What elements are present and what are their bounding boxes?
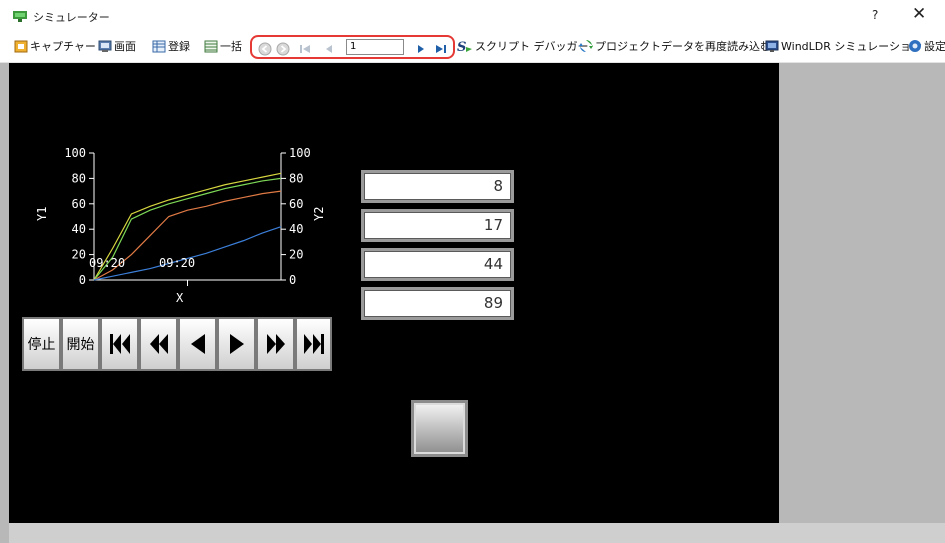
reload-project-label: プロジェクトデータを再度読み込む xyxy=(595,40,771,53)
table-icon xyxy=(152,40,166,53)
x-tick-label: 09:20 xyxy=(89,256,125,270)
series-line xyxy=(93,226,282,281)
forward-circle-icon[interactable] xyxy=(276,42,290,56)
numeric-display: 89 xyxy=(361,287,514,320)
hmi-screen: 0 0 20 20 40 40 60 60 80 80 100 100 X Y1 Y2 09:20 0… xyxy=(9,63,779,523)
y1-tick-label: 40 xyxy=(72,222,86,236)
svg-text:S: S xyxy=(457,40,466,53)
start-button[interactable]: 開始 xyxy=(61,317,100,371)
close-button[interactable]: ✕ xyxy=(912,4,926,24)
y2-tick-label: 0 xyxy=(289,273,296,287)
toolbar: キャプチャー 画面 登録 一括 S スクリプト デバッガー プロジェクトデータを再… xyxy=(0,32,945,63)
screen-button[interactable]: 画面 xyxy=(98,39,136,55)
help-button[interactable]: ? xyxy=(872,8,878,22)
script-icon: S xyxy=(457,40,472,53)
screen-label: 画面 xyxy=(114,40,136,53)
y1-tick-label: 20 xyxy=(72,248,86,262)
grid-icon xyxy=(204,40,218,53)
stop-button[interactable]: 停止 xyxy=(22,317,61,371)
settings-button[interactable]: 設定 xyxy=(908,39,945,55)
reload-icon xyxy=(579,40,593,52)
numeric-display: 44 xyxy=(361,248,514,281)
rewind-button[interactable] xyxy=(139,317,178,371)
y1-axis-label: Y1 xyxy=(35,207,49,221)
fast-forward-icon xyxy=(266,334,285,354)
status-strip xyxy=(9,523,945,543)
line-chart: 0 0 20 20 40 40 60 60 80 80 100 100 X Y1 Y2 09:20 0… xyxy=(35,146,326,303)
skip-last-button[interactable] xyxy=(295,317,332,371)
x-axis-label: X xyxy=(176,291,184,303)
numeric-display: 8 xyxy=(361,170,514,203)
workspace: 0 0 20 20 40 40 60 60 80 80 100 100 X Y1 Y2 09:20 0… xyxy=(0,63,945,543)
y2-tick-label: 20 xyxy=(289,248,303,262)
y2-tick-label: 100 xyxy=(289,146,311,160)
screen-icon xyxy=(98,40,112,52)
script-debugger-label: スクリプト デバッガー xyxy=(475,40,589,53)
y1-tick-label: 0 xyxy=(79,273,86,287)
step-back-button[interactable] xyxy=(178,317,217,371)
y2-tick-label: 40 xyxy=(289,222,303,236)
reload-project-button[interactable]: プロジェクトデータを再度読み込む xyxy=(579,39,771,55)
windldr-simulation-button[interactable]: WindLDR シミュレーション xyxy=(765,39,922,55)
batch-button[interactable]: 一括 xyxy=(204,39,242,55)
capture-icon xyxy=(14,40,28,53)
y1-tick-label: 100 xyxy=(64,146,86,160)
first-page-icon[interactable] xyxy=(298,42,312,56)
back-circle-icon[interactable] xyxy=(258,42,272,56)
register-label: 登録 xyxy=(168,40,190,53)
register-button[interactable]: 登録 xyxy=(152,39,190,55)
page-number-input[interactable] xyxy=(346,39,404,55)
step-forward-button[interactable] xyxy=(217,317,256,371)
step-forward-icon xyxy=(229,334,244,354)
windldr-simulation-label: WindLDR シミュレーション xyxy=(781,40,922,53)
skip-last-icon xyxy=(303,334,324,354)
y2-tick-label: 80 xyxy=(289,171,303,185)
numeric-display: 17 xyxy=(361,209,514,242)
skip-first-icon xyxy=(109,334,130,354)
settings-label: 設定 xyxy=(924,40,945,53)
capture-label: キャプチャー xyxy=(30,40,96,53)
square-push-button[interactable] xyxy=(411,400,468,457)
batch-label: 一括 xyxy=(220,40,242,53)
capture-button[interactable]: キャプチャー xyxy=(14,39,96,55)
step-back-icon xyxy=(190,334,205,354)
settings-icon xyxy=(909,40,921,52)
monitor-icon xyxy=(765,40,779,52)
last-page-icon[interactable] xyxy=(434,42,448,56)
skip-first-button[interactable] xyxy=(100,317,139,371)
y1-tick-label: 80 xyxy=(72,171,86,185)
fast-forward-button[interactable] xyxy=(256,317,295,371)
y1-tick-label: 60 xyxy=(72,197,86,211)
y2-axis-label: Y2 xyxy=(312,207,326,221)
y2-tick-label: 60 xyxy=(289,197,303,211)
script-debugger-button[interactable]: S スクリプト デバッガー xyxy=(457,39,589,55)
next-page-icon[interactable] xyxy=(414,42,428,56)
window-title: シミュレーター xyxy=(33,11,110,24)
rewind-icon xyxy=(149,334,168,354)
previous-page-icon[interactable] xyxy=(322,42,336,56)
app-icon xyxy=(13,11,27,22)
title-bar: シミュレーター ? ✕ xyxy=(0,0,945,32)
x-tick-label: 09:20 xyxy=(159,256,195,270)
